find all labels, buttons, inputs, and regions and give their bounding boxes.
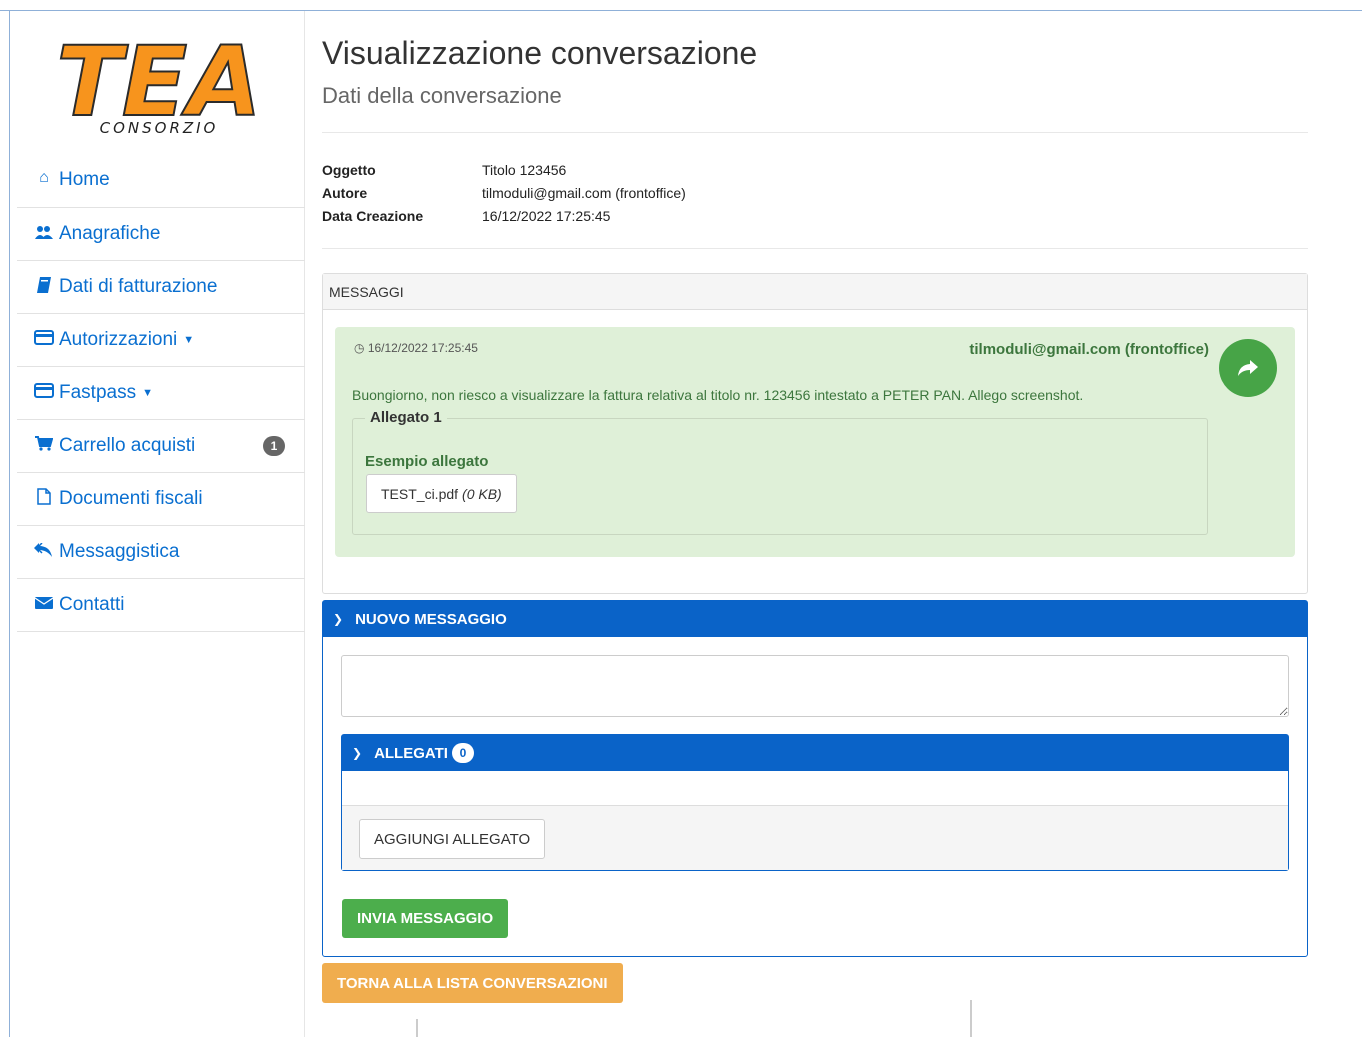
messages-panel-header: MESSAGGI: [323, 274, 1307, 310]
users-icon: [33, 225, 55, 244]
send-message-button[interactable]: INVIA MESSAGGIO: [342, 899, 509, 938]
back-to-conversations-button[interactable]: TORNA ALLA LISTA CONVERSAZIONI: [322, 963, 623, 1003]
message-author: tilmoduli@gmail.com (frontoffice): [969, 341, 1209, 358]
sidebar-item-documenti-fiscali[interactable]: Documenti fiscali: [17, 473, 305, 526]
attachment-fieldset: Allegato 1 Esempio allegato TEST_ci.pdf …: [352, 409, 1208, 535]
sidebar-item-autorizzazioni[interactable]: Autorizzazioni ▼: [17, 314, 305, 367]
page-title: Visualizzazione conversazione: [322, 35, 758, 71]
divider: [416, 1019, 418, 1037]
book-icon: [33, 276, 55, 298]
conversation-details: Oggetto Titolo 123456 Autore tilmoduli@g…: [322, 159, 686, 228]
attachments-footer: AGGIUNGI ALLEGATO: [342, 806, 1288, 870]
message-time-text: 16/12/2022 17:25:45: [367, 341, 478, 355]
sidebar-item-label: Documenti fiscali: [59, 488, 203, 509]
sidebar-item-messaggistica[interactable]: Messaggistica: [17, 526, 305, 579]
chevron-down-icon: ❯: [333, 612, 344, 626]
detail-row-oggetto: Oggetto Titolo 123456: [322, 159, 686, 182]
detail-value: 16/12/2022 17:25:45: [482, 208, 611, 224]
page-subtitle: Dati della conversazione: [322, 83, 562, 108]
attachments-title: ALLEGATI: [374, 744, 448, 762]
divider: [322, 132, 1308, 133]
detail-value: Titolo 123456: [482, 162, 567, 178]
logo-graphic: TEA CONSORZIO: [55, 25, 262, 139]
attachments-header[interactable]: ❯ ALLEGATI 0: [342, 735, 1288, 771]
divider: [322, 248, 1308, 249]
new-message-header[interactable]: ❯ NUOVO MESSAGGIO: [323, 601, 1307, 637]
sidebar: TEA CONSORZIO ⌂ Home Anagrafiche Dati di…: [17, 11, 305, 1037]
cart-count-badge: 1: [263, 436, 285, 456]
sidebar-item-fastpass[interactable]: Fastpass ▼: [17, 367, 305, 420]
detail-label: Autore: [322, 185, 368, 201]
sidebar-item-label: Carrello acquisti: [59, 435, 196, 456]
detail-row-autore: Autore tilmoduli@gmail.com (frontoffice): [322, 182, 686, 205]
messages-panel: MESSAGGI ◷ 16/12/2022 17:25:45 tilmoduli…: [322, 273, 1308, 594]
sidebar-item-label: Anagrafiche: [59, 223, 161, 244]
detail-row-data-creazione: Data Creazione 16/12/2022 17:25:45: [322, 205, 686, 228]
caret-down-icon: ▼: [183, 334, 195, 346]
message-textarea[interactable]: [341, 655, 1289, 717]
attachments-count-badge: 0: [451, 743, 474, 763]
file-icon: [33, 488, 55, 510]
sidebar-item-dati-di-fatturazione[interactable]: Dati di fatturazione: [17, 261, 305, 314]
window-left-border: [9, 10, 10, 1037]
sidebar-item-anagrafiche[interactable]: Anagrafiche: [17, 208, 305, 261]
attachments-panel: ❯ ALLEGATI 0 AGGIUNGI ALLEGATO: [341, 734, 1289, 871]
sidebar-item-home[interactable]: ⌂ Home: [17, 166, 305, 208]
sidebar-item-label: Autorizzazioni: [59, 329, 178, 350]
home-icon: ⌂: [39, 169, 49, 186]
new-message-panel: ❯ NUOVO MESSAGGIO ❯ ALLEGATI 0 AGGIUNGI …: [322, 600, 1308, 957]
new-message-title: NUOVO MESSAGGIO: [355, 610, 507, 628]
attachment-size: (0 KB): [462, 485, 502, 502]
share-icon: [1238, 360, 1258, 376]
tea-consorzio-logo[interactable]: TEA CONSORZIO: [51, 25, 271, 147]
sidebar-item-label: Home: [59, 169, 110, 190]
attachment-name: Esempio allegato: [365, 453, 489, 470]
chevron-down-icon: ❯: [352, 746, 363, 760]
detail-label: Oggetto: [322, 162, 376, 178]
logo-subtext: CONSORZIO: [100, 119, 219, 137]
detail-label: Data Creazione: [322, 208, 424, 224]
envelope-icon: [33, 596, 55, 615]
caret-down-icon: ▼: [142, 387, 153, 399]
detail-value: tilmoduli@gmail.com (frontoffice): [482, 185, 686, 201]
reply-button[interactable]: [1219, 339, 1277, 397]
attachment-filename: TEST_ci.pdf: [381, 485, 459, 502]
message-text: Buongiorno, non riesco a visualizzare la…: [352, 387, 1084, 403]
add-attachment-button[interactable]: AGGIUNGI ALLEGATO: [359, 819, 546, 859]
sidebar-item-label: Contatti: [59, 594, 125, 615]
sidebar-item-carrello-acquisti[interactable]: Carrello acquisti 1: [17, 420, 305, 473]
message-timestamp: ◷ 16/12/2022 17:25:45: [354, 341, 478, 355]
sidebar-nav: ⌂ Home Anagrafiche Dati di fatturazione …: [17, 166, 305, 632]
attachment-legend: Allegato 1: [365, 409, 447, 426]
attachment-file-button[interactable]: TEST_ci.pdf (0 KB): [366, 474, 517, 513]
credit-card-icon: [33, 330, 55, 350]
divider: [970, 1000, 972, 1037]
credit-card-icon: [33, 383, 55, 403]
sidebar-item-label: Dati di fatturazione: [59, 276, 218, 297]
cart-icon: [33, 436, 55, 456]
reply-all-icon: [33, 541, 55, 562]
message-card: ◷ 16/12/2022 17:25:45 tilmoduli@gmail.co…: [335, 327, 1295, 557]
sidebar-item-label: Fastpass: [59, 382, 137, 403]
sidebar-item-label: Messaggistica: [59, 541, 180, 562]
sidebar-item-contatti[interactable]: Contatti: [17, 579, 305, 632]
clock-icon: ◷: [354, 341, 365, 355]
attachments-list: [342, 771, 1288, 806]
